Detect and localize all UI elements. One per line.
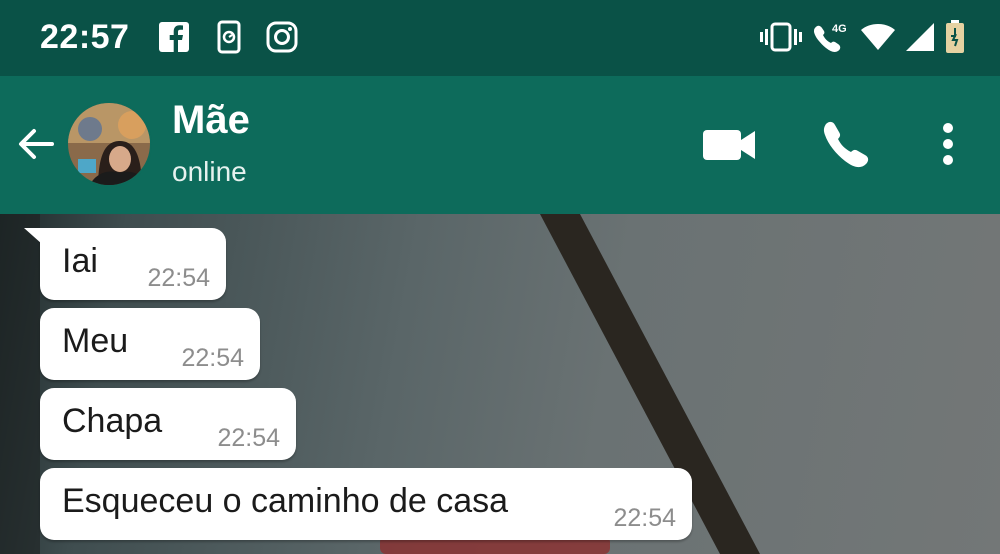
bubble-tail	[24, 228, 42, 244]
message-text: Meu	[62, 322, 129, 360]
message-time: 22:54	[147, 264, 210, 292]
volte-4g-icon: 4G	[814, 23, 847, 52]
contact-status: online	[172, 156, 247, 187]
wifi-icon	[861, 24, 895, 50]
avatar-photo	[68, 103, 150, 185]
instagram-icon	[266, 21, 298, 53]
more-options-icon[interactable]	[932, 116, 964, 172]
facebook-icon	[159, 22, 189, 52]
message-time: 22:54	[217, 424, 280, 452]
message-bubble[interactable]: Iai 22:54	[24, 228, 226, 300]
message-bubble[interactable]: Chapa 22:54	[40, 388, 296, 460]
message-bubble[interactable]: Esqueceu o caminho de casa 22:54	[40, 468, 692, 540]
message-bubble[interactable]: Meu 22:54	[40, 308, 260, 380]
contact-name[interactable]: Mãe	[172, 98, 250, 143]
contact-avatar[interactable]	[66, 101, 152, 187]
battery-charging-icon	[946, 20, 964, 53]
message-text: Iai	[62, 242, 98, 280]
phone-screen-icon	[217, 20, 241, 54]
voice-call-icon[interactable]	[818, 116, 874, 172]
signal-icon	[906, 23, 934, 51]
message-time: 22:54	[613, 504, 676, 532]
network-type-label: 4G	[832, 23, 847, 35]
chat-area[interactable]: Iai 22:54 Meu 22:54 Chapa 22:54 Esqueceu…	[0, 214, 1000, 554]
chat-header: Mãe online	[0, 76, 1000, 214]
message-text: Chapa	[62, 402, 163, 440]
vibrate-icon	[760, 22, 802, 52]
status-bar: 22:57 4G	[0, 0, 1000, 76]
message-time: 22:54	[181, 344, 244, 372]
video-call-icon[interactable]	[700, 116, 758, 172]
back-arrow-icon[interactable]	[12, 120, 60, 168]
status-time: 22:57	[40, 18, 130, 56]
message-text: Esqueceu o caminho de casa	[62, 482, 509, 520]
